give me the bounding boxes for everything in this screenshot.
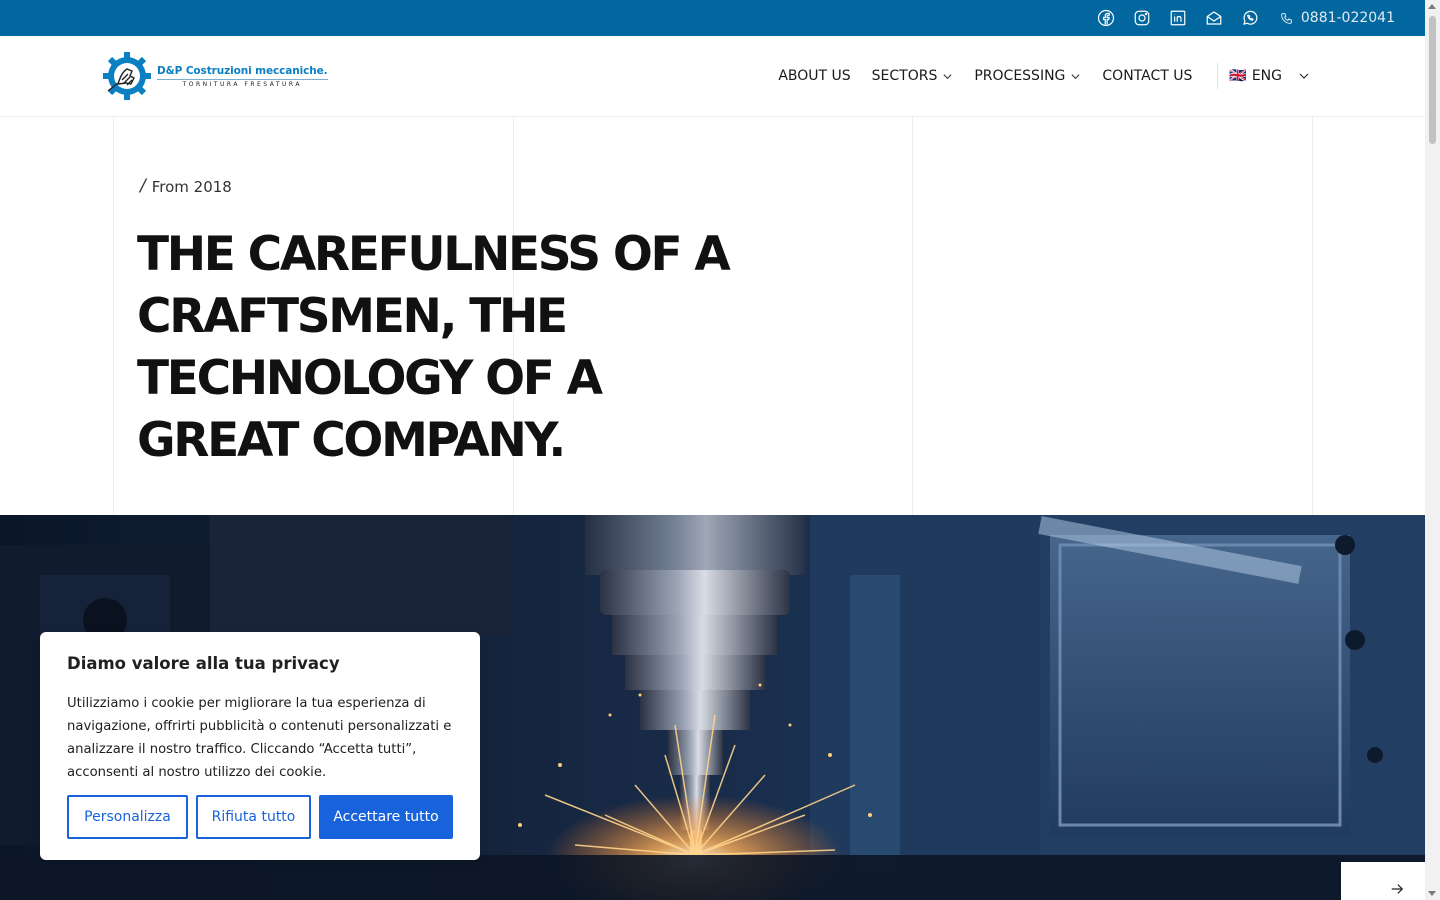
top-bar: 0881-022041 — [0, 0, 1425, 36]
cookie-body: Utilizziamo i cookie per migliorare la t… — [67, 696, 452, 780]
chevron-down-icon — [1299, 73, 1309, 79]
nav-sectors[interactable]: SECTORS — [872, 68, 954, 84]
whatsapp-icon[interactable] — [1232, 0, 1268, 36]
grid-line — [113, 117, 114, 515]
cookie-title: Diamo valore alla tua privacy — [67, 654, 340, 673]
page: 0881-022041 D&P Costruzioni meccaniche. … — [0, 0, 1440, 900]
customize-button[interactable]: Personalizza — [67, 795, 188, 839]
nav-label: ABOUT US — [778, 68, 851, 84]
site-logo[interactable]: D&P Costruzioni meccaniche. TORNITURA FR… — [102, 51, 328, 101]
nav-processing[interactable]: PROCESSING — [974, 68, 1081, 84]
nav-label: CONTACT US — [1102, 68, 1193, 84]
scrollbar-thumb[interactable] — [1429, 16, 1436, 144]
phone-icon — [1281, 12, 1292, 24]
grid-line — [1312, 117, 1313, 515]
reject-all-button[interactable]: Rifiuta tutto — [196, 795, 311, 839]
nav-contact-us[interactable]: CONTACT US — [1102, 68, 1192, 84]
phone-link[interactable]: 0881-022041 — [1280, 10, 1395, 26]
main-nav: ABOUT US SECTORS PROCESSING CONTACT US 🇬… — [757, 36, 1310, 116]
hero-headline: THE CAREFULNESS OF A CRAFTSMEN, THE TECH… — [137, 227, 731, 468]
accept-all-button[interactable]: Accettare tutto — [319, 795, 453, 839]
language-label: ENG — [1251, 68, 1282, 84]
chevron-down-icon — [1071, 73, 1080, 79]
language-switcher[interactable]: 🇬🇧 ENG — [1229, 68, 1310, 84]
nav-divider — [1217, 63, 1219, 89]
nav-label: SECTORS — [871, 68, 938, 84]
grid-line — [912, 117, 913, 515]
chevron-down-icon — [943, 73, 952, 79]
arrow-right-icon — [1391, 884, 1404, 894]
instagram-icon[interactable] — [1124, 0, 1160, 36]
email-icon[interactable] — [1196, 0, 1232, 36]
slash-decoration: / — [140, 176, 146, 196]
logo-brand-text: D&P Costruzioni meccaniche. — [157, 64, 328, 77]
cookie-buttons: Personalizza Rifiuta tutto Accettare tut… — [67, 795, 453, 839]
nav-about-us[interactable]: ABOUT US — [778, 68, 850, 84]
hero-eyebrow: / From 2018 — [140, 176, 232, 196]
scroll-up-arrow[interactable] — [1428, 4, 1436, 9]
site-header: D&P Costruzioni meccaniche. TORNITURA FR… — [0, 36, 1425, 117]
linkedin-icon[interactable] — [1160, 0, 1196, 36]
nav-label: PROCESSING — [974, 68, 1066, 84]
scroll-down-arrow[interactable] — [1428, 891, 1436, 896]
phone-number: 0881-022041 — [1300, 10, 1395, 26]
page-scrollbar[interactable] — [1425, 0, 1440, 900]
slider-next-button[interactable] — [1341, 862, 1425, 900]
facebook-icon[interactable] — [1088, 0, 1124, 36]
eyebrow-text: From 2018 — [151, 178, 232, 196]
gear-logo-icon — [103, 52, 151, 100]
cookie-consent-banner: Diamo valore alla tua privacy Utilizziam… — [40, 632, 480, 860]
flag-icon: 🇬🇧 — [1229, 68, 1246, 84]
logo-subtitle: TORNITURA FRESATURA — [157, 78, 328, 88]
